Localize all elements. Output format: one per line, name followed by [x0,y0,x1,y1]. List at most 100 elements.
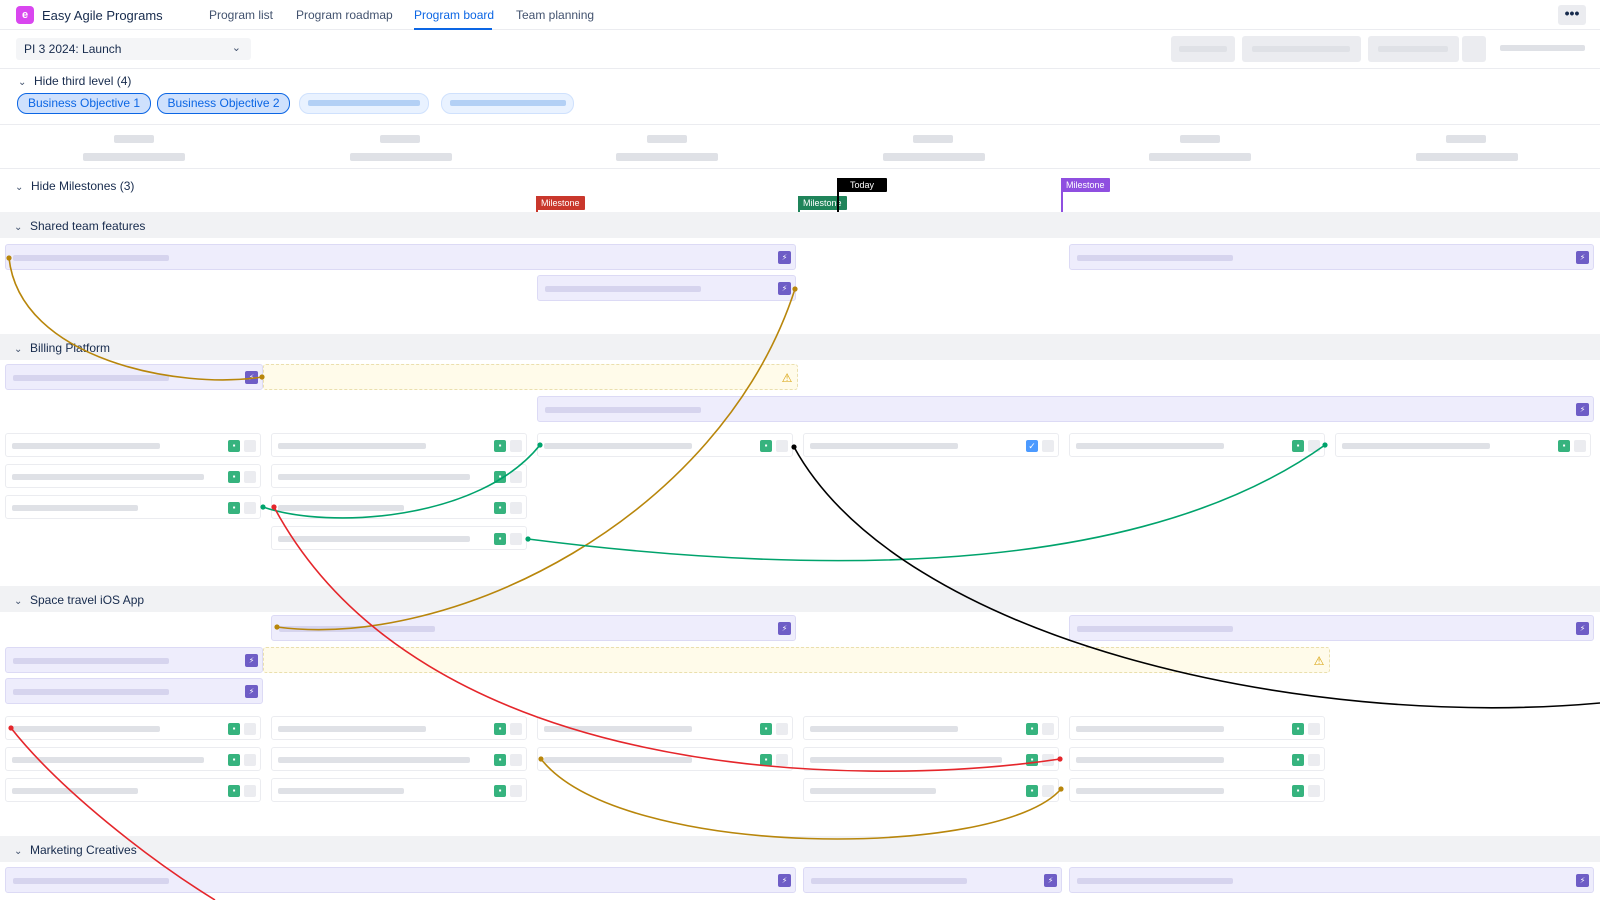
business-objective-pill[interactable]: Business Objective 2 [157,93,290,114]
story-card[interactable]: ▪ [5,495,261,519]
story-icon: ▪ [1292,754,1304,766]
story-icon: ▪ [228,440,240,452]
story-card[interactable]: ▪ [803,716,1059,740]
business-objective-pill[interactable] [299,93,429,114]
story-card[interactable]: ▪ [271,464,527,488]
story-icon: ▪ [760,440,772,452]
story-card[interactable]: ✓ [803,433,1059,457]
dependency-line [527,444,1326,562]
section-header-shared-team-features[interactable]: ⌄ Shared team features [0,212,1600,238]
divider [0,124,1600,125]
tab-team-planning[interactable]: Team planning [516,8,594,22]
story-card[interactable]: ▪ [271,747,527,771]
tab-program-list[interactable]: Program list [209,8,273,22]
estimate-badge [1308,754,1320,766]
hide-milestones-toggle[interactable]: ⌄ Hide Milestones (3) [15,179,134,193]
story-card[interactable]: ▪ [537,747,793,771]
feature-card-warning[interactable]: ⚠ [263,647,1330,673]
pi-select-value: PI 3 2024: Launch [24,42,122,56]
toolbar-button-4[interactable] [1462,36,1486,62]
story-card[interactable]: ▪ [537,716,793,740]
feature-card[interactable]: ⚡ [5,244,796,270]
toolbar-button-3[interactable] [1368,36,1459,62]
tab-program-board[interactable]: Program board [414,8,494,22]
section-label: Space travel iOS App [30,593,145,607]
tab-program-roadmap[interactable]: Program roadmap [296,8,393,22]
story-card[interactable]: ▪ [5,464,261,488]
section-header-marketing-creatives[interactable]: ⌄ Marketing Creatives [0,836,1600,862]
story-icon: ▪ [1292,723,1304,735]
chevron-down-icon: ⌄ [14,222,23,233]
story-card[interactable]: ▪ [5,433,261,457]
story-card[interactable]: ▪ [271,716,527,740]
pi-select-dropdown[interactable]: PI 3 2024: Launch ⌄ [16,38,251,60]
story-card[interactable]: ▪ [1069,747,1325,771]
toolbar-placeholder-text [1500,45,1585,51]
story-icon: ▪ [760,723,772,735]
estimate-badge [510,533,522,545]
estimate-badge [510,502,522,514]
feature-card[interactable]: ⚡ [1069,615,1594,641]
story-card[interactable]: ▪ [537,433,793,457]
chevron-down-icon: ⌄ [18,77,27,88]
lightning-icon: ⚡ [778,874,791,887]
estimate-badge [510,440,522,452]
feature-card[interactable]: ⚡ [5,647,263,673]
feature-card[interactable]: ⚡ [5,678,263,704]
section-header-billing-platform[interactable]: ⌄ Billing Platform [0,334,1600,360]
story-card[interactable]: ▪ [271,526,527,550]
story-card[interactable]: ▪ [803,747,1059,771]
estimate-badge [510,471,522,483]
business-objective-pill[interactable] [441,93,574,114]
story-card[interactable]: ▪ [1069,778,1325,802]
feature-card[interactable]: ⚡ [803,867,1062,893]
milestone-flag[interactable]: Milestone [536,196,585,210]
estimate-badge [1042,785,1054,797]
feature-card[interactable]: ⚡ [1069,867,1594,893]
feature-card[interactable]: ⚡ [5,867,796,893]
feature-card[interactable]: ⚡ [537,275,796,301]
story-icon: ▪ [1558,440,1570,452]
feature-card[interactable]: ⚡ [271,615,796,641]
more-options-button[interactable]: ••• [1558,5,1586,25]
chevron-down-icon: ⌄ [14,846,23,857]
hide-third-level-toggle[interactable]: ⌄ Hide third level (4) [18,74,131,88]
story-icon: ▪ [228,502,240,514]
story-card[interactable]: ▪ [5,778,261,802]
story-icon: ▪ [1026,785,1038,797]
estimate-badge [1308,723,1320,735]
section-header-space-travel-ios-app[interactable]: ⌄ Space travel iOS App [0,586,1600,612]
story-card[interactable]: ▪ [5,747,261,771]
feature-card-warning[interactable]: ⚠ [263,364,798,390]
story-icon: ▪ [494,785,506,797]
estimate-badge [510,723,522,735]
feature-card[interactable]: ⚡ [537,396,1594,422]
hide-third-level-label: Hide third level (4) [34,74,132,88]
chevron-down-icon: ⌄ [14,344,23,355]
story-icon: ▪ [1026,754,1038,766]
lightning-icon: ⚡ [778,622,791,635]
story-icon: ▪ [228,754,240,766]
story-card[interactable]: ▪ [5,716,261,740]
milestone-marker [1061,178,1063,212]
story-card[interactable]: ▪ [1335,433,1591,457]
story-card[interactable]: ▪ [1069,433,1325,457]
section-label: Billing Platform [30,341,111,355]
toolbar-button-2[interactable] [1242,36,1361,62]
story-card[interactable]: ▪ [1069,716,1325,740]
story-card[interactable]: ▪ [271,433,527,457]
lightning-icon: ⚡ [1044,874,1057,887]
divider [0,68,1600,69]
story-icon: ▪ [1026,723,1038,735]
feature-card[interactable]: ⚡ [5,364,263,390]
milestone-flag[interactable]: Milestone [1061,178,1110,192]
toolbar-button-1[interactable] [1171,36,1235,62]
milestone-flag[interactable]: Milestone [798,196,847,210]
milestone-marker [798,196,800,212]
business-objective-pill[interactable]: Business Objective 1 [17,93,151,114]
story-card[interactable]: ▪ [271,778,527,802]
story-card[interactable]: ▪ [271,495,527,519]
story-card[interactable]: ▪ [803,778,1059,802]
feature-card[interactable]: ⚡ [1069,244,1594,270]
section-label: Marketing Creatives [30,843,137,857]
